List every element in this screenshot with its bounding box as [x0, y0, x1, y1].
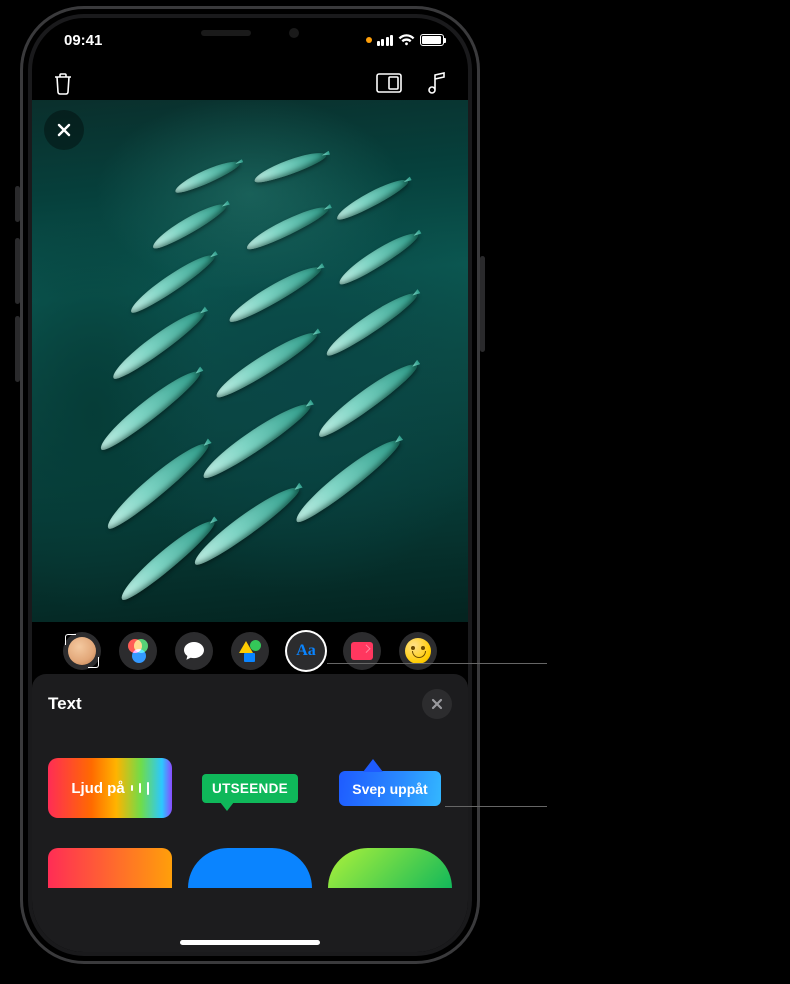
text-icon: Aa [296, 642, 316, 660]
fish [211, 325, 321, 403]
mute-switch [15, 186, 20, 222]
text-style-ljud[interactable]: Ljud på [48, 758, 172, 818]
screen: 09:41 [32, 18, 468, 952]
text-panel: Text Ljud på UTSEENDE Svep uppåt [32, 674, 468, 952]
clock: 09:41 [64, 32, 102, 49]
text-style-peek[interactable] [328, 848, 452, 888]
labels-button[interactable] [343, 632, 381, 670]
label-icon [351, 642, 373, 660]
text-style-svep[interactable]: Svep uppåt [328, 758, 452, 818]
callout-line [327, 663, 547, 664]
text-style-label: Ljud på [71, 780, 148, 797]
speech-bubble-icon [183, 641, 205, 661]
memoji-button[interactable] [63, 632, 101, 670]
music-button[interactable] [424, 70, 450, 96]
close-effects-button[interactable] [44, 110, 84, 150]
fish [172, 156, 241, 196]
fish [149, 198, 229, 253]
filters-icon [126, 639, 150, 663]
notch [155, 18, 345, 48]
filters-button[interactable] [119, 632, 157, 670]
shapes-icon [239, 640, 261, 662]
trash-button[interactable] [50, 70, 76, 96]
mic-indicator-dot [366, 37, 372, 43]
shapes-button[interactable] [231, 632, 269, 670]
fish [252, 147, 328, 186]
text-styles-row-2 [48, 848, 452, 888]
fish [101, 436, 213, 535]
fish [94, 364, 204, 456]
messages-button[interactable] [175, 632, 213, 670]
home-indicator[interactable] [180, 940, 320, 945]
fish [321, 286, 420, 360]
fish [197, 396, 314, 484]
text-styles-row: Ljud på UTSEENDE Svep uppåt [48, 758, 452, 818]
text-style-label: Svep uppåt [339, 771, 440, 806]
fish [333, 174, 410, 224]
panel-close-button[interactable] [422, 689, 452, 719]
power-button [480, 256, 485, 352]
effects-toolbar: Aa [32, 622, 468, 678]
cellular-icon [377, 35, 394, 46]
volume-up-button [15, 238, 20, 304]
fish [335, 227, 421, 289]
text-style-label: UTSEENDE [202, 774, 298, 803]
battery-icon [420, 34, 444, 46]
text-style-utseende[interactable]: UTSEENDE [188, 758, 312, 818]
video-viewer[interactable] [32, 100, 468, 622]
panel-title: Text [48, 694, 82, 714]
sound-icon [131, 782, 149, 795]
iphone-frame: 09:41 [20, 6, 480, 964]
fish [126, 248, 218, 317]
wifi-icon [398, 34, 415, 46]
text-style-peek[interactable] [48, 848, 172, 888]
emoji-icon [405, 638, 431, 664]
callout-line [445, 806, 547, 807]
fish [290, 432, 405, 528]
volume-down-button [15, 316, 20, 382]
face-frame-icon [66, 635, 98, 667]
fish [243, 201, 330, 254]
aspect-button[interactable] [376, 70, 402, 96]
text-button[interactable]: Aa [287, 632, 325, 670]
fish [225, 260, 324, 327]
text-style-peek[interactable] [188, 848, 312, 888]
top-toolbar [32, 62, 468, 104]
emoji-button[interactable] [399, 632, 437, 670]
fish [313, 357, 421, 443]
